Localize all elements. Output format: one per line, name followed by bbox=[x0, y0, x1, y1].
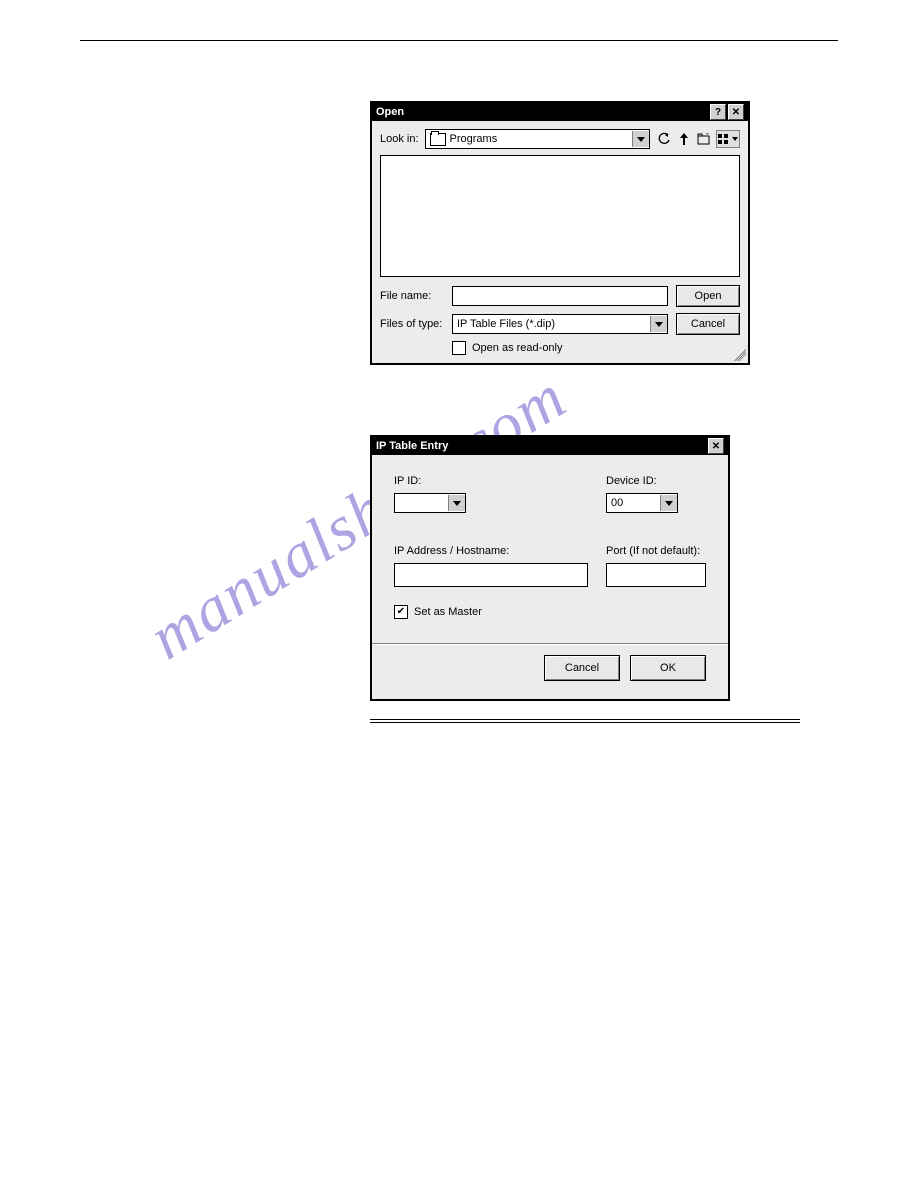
ip-id-label: IP ID: bbox=[394, 475, 588, 487]
close-button[interactable]: ✕ bbox=[708, 438, 724, 454]
files-of-type-label: Files of type: bbox=[380, 318, 444, 330]
set-as-master-checkbox[interactable]: ✔ bbox=[394, 605, 408, 619]
ok-button[interactable]: OK bbox=[630, 655, 706, 681]
open-dialog-title: Open bbox=[376, 106, 708, 118]
help-button[interactable]: ? bbox=[710, 104, 726, 120]
back-icon[interactable] bbox=[656, 131, 672, 147]
new-folder-icon[interactable]: * bbox=[696, 131, 712, 147]
read-only-label: Open as read-only bbox=[472, 342, 563, 354]
port-label: Port (If not default): bbox=[606, 545, 706, 557]
read-only-checkbox[interactable] bbox=[452, 341, 466, 355]
chevron-down-icon bbox=[660, 495, 677, 511]
device-id-value: 00 bbox=[611, 497, 660, 509]
ip-dialog-titlebar: IP Table Entry ✕ bbox=[372, 437, 728, 455]
set-as-master-label: Set as Master bbox=[414, 606, 482, 618]
look-in-combobox[interactable]: Programs bbox=[425, 129, 650, 149]
cancel-button[interactable]: Cancel bbox=[544, 655, 620, 681]
open-dialog-titlebar: Open ? ✕ bbox=[372, 103, 748, 121]
ip-table-entry-dialog: IP Table Entry ✕ IP ID: Device ID: 00 bbox=[370, 435, 730, 701]
open-button[interactable]: Open bbox=[676, 285, 740, 307]
device-id-label: Device ID: bbox=[606, 475, 706, 487]
chevron-down-icon bbox=[448, 495, 465, 511]
up-one-level-icon[interactable] bbox=[676, 131, 692, 147]
file-name-input[interactable] bbox=[452, 286, 668, 306]
ip-address-input[interactable] bbox=[394, 563, 588, 587]
note-divider bbox=[370, 719, 800, 723]
port-input[interactable] bbox=[606, 563, 706, 587]
svg-text:*: * bbox=[706, 133, 709, 139]
chevron-down-icon bbox=[650, 316, 667, 332]
file-list-area[interactable] bbox=[380, 155, 740, 277]
chevron-down-icon bbox=[632, 131, 649, 147]
file-name-label: File name: bbox=[380, 290, 444, 302]
resize-grip-icon[interactable] bbox=[734, 349, 746, 361]
files-of-type-combobox[interactable]: IP Table Files (*.dip) bbox=[452, 314, 668, 334]
look-in-label: Look in: bbox=[380, 133, 419, 145]
cancel-button[interactable]: Cancel bbox=[676, 313, 740, 335]
ip-address-label: IP Address / Hostname: bbox=[394, 545, 588, 557]
look-in-value: Programs bbox=[450, 133, 632, 145]
close-button[interactable]: ✕ bbox=[728, 104, 744, 120]
open-dialog-window: Open ? ✕ Look in: Programs bbox=[370, 101, 750, 365]
device-id-combobox[interactable]: 00 bbox=[606, 493, 678, 513]
dialog-divider bbox=[372, 643, 728, 645]
files-of-type-value: IP Table Files (*.dip) bbox=[457, 318, 650, 330]
ip-id-combobox[interactable] bbox=[394, 493, 466, 513]
views-icon[interactable] bbox=[716, 130, 740, 148]
page-divider-top bbox=[80, 40, 838, 41]
ip-dialog-title: IP Table Entry bbox=[376, 440, 706, 452]
folder-icon bbox=[430, 133, 446, 146]
